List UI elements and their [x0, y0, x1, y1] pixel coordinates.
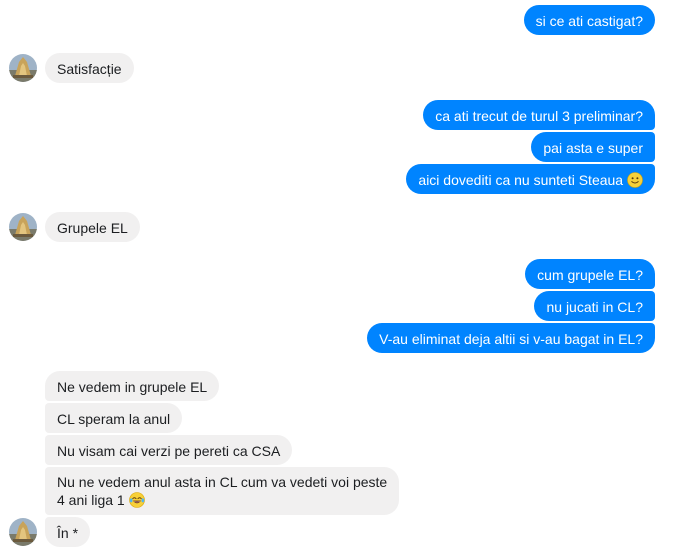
- message-text: V-au eliminat deja altii si v-au bagat i…: [379, 331, 643, 347]
- message-incoming[interactable]: Grupele EL: [45, 212, 140, 242]
- message-outgoing[interactable]: ca ati trecut de turul 3 preliminar?: [423, 100, 655, 130]
- message-outgoing[interactable]: V-au eliminat deja altii si v-au bagat i…: [367, 323, 655, 353]
- message-outgoing[interactable]: nu jucati in CL?: [534, 291, 655, 321]
- message-text: ca ati trecut de turul 3 preliminar?: [435, 108, 643, 124]
- message-incoming[interactable]: Ne vedem in grupele EL: [45, 371, 220, 401]
- message-text: nu jucati in CL?: [546, 299, 643, 315]
- message-incoming[interactable]: Nu ne vedem anul asta in CL cum va vedet…: [45, 467, 400, 515]
- message-text-line: Nu ne vedem anul asta in CL cum va vedet…: [57, 474, 388, 490]
- message-incoming[interactable]: Nu visam cai verzi pe pereti ca CSA: [45, 435, 293, 465]
- message-incoming[interactable]: În *: [45, 517, 91, 547]
- message-text-line: 4 ani liga 1: [57, 491, 387, 509]
- message-text: Satisfacție: [57, 61, 122, 77]
- message-incoming[interactable]: Satisfacție: [45, 53, 134, 83]
- user-avatar-icon: [9, 518, 37, 546]
- message-text: Grupele EL: [57, 220, 128, 236]
- message-text: În *: [57, 525, 79, 541]
- message-text: aici dovediti ca nu sunteti Steaua: [418, 172, 624, 188]
- avatar[interactable]: [9, 518, 37, 546]
- avatar[interactable]: [9, 213, 37, 241]
- message-outgoing[interactable]: aici dovediti ca nu sunteti Steaua: [406, 164, 655, 194]
- message-outgoing[interactable]: pai asta e super: [531, 132, 655, 162]
- message-text: CL speram la anul: [57, 411, 171, 427]
- message-text: Ne vedem in grupele EL: [57, 379, 208, 395]
- user-avatar-icon: [9, 54, 37, 82]
- laughing-tears-emoji-icon: [128, 492, 145, 508]
- user-avatar-icon: [9, 213, 37, 241]
- message-outgoing[interactable]: si ce ati castigat?: [523, 5, 655, 35]
- message-outgoing[interactable]: cum grupele EL?: [525, 259, 655, 289]
- message-text: cum grupele EL?: [537, 267, 643, 283]
- message-incoming[interactable]: CL speram la anul: [45, 403, 183, 433]
- message-text: si ce ati castigat?: [535, 13, 643, 29]
- message-text: Nu visam cai verzi pe pereti ca CSA: [57, 443, 281, 459]
- message-text: pai asta e super: [543, 140, 643, 156]
- avatar[interactable]: [9, 54, 37, 82]
- slightly-smiling-face-emoji-icon: [627, 172, 643, 188]
